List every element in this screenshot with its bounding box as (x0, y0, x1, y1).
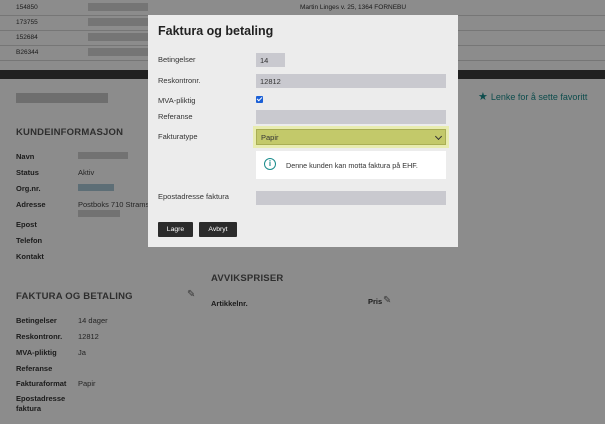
referanse-input[interactable] (256, 110, 446, 124)
epost-input[interactable] (256, 191, 446, 205)
reskontro-input[interactable]: 12812 (256, 74, 446, 88)
cancel-button[interactable]: Avbryt (199, 222, 237, 237)
ehf-info-box: i Denne kunden kan motta faktura på EHF. (256, 151, 446, 179)
ehf-info-text: Denne kunden kan motta faktura på EHF. (286, 161, 418, 170)
fakturatype-selected: Papir (261, 133, 279, 142)
referanse-label: Referanse (158, 112, 193, 121)
info-icon: i (264, 158, 276, 170)
save-button[interactable]: Lagre (158, 222, 193, 237)
betingelser-input[interactable]: 14 (256, 53, 285, 67)
mva-label: MVA-pliktig (158, 96, 196, 105)
betingelser-label: Betingelser (158, 55, 196, 64)
reskontro-label: Reskontronr. (158, 76, 201, 85)
chevron-down-icon (434, 132, 443, 141)
fakturatype-label: Fakturatype (158, 132, 198, 141)
fakturatype-select[interactable]: Papir (256, 129, 446, 145)
invoice-payment-dialog: Faktura og betaling Betingelser 14 Resko… (148, 15, 458, 247)
dialog-title: Faktura og betaling (158, 24, 274, 38)
epost-label: Epostadresse faktura (158, 192, 229, 201)
mva-checkbox[interactable] (256, 96, 263, 103)
